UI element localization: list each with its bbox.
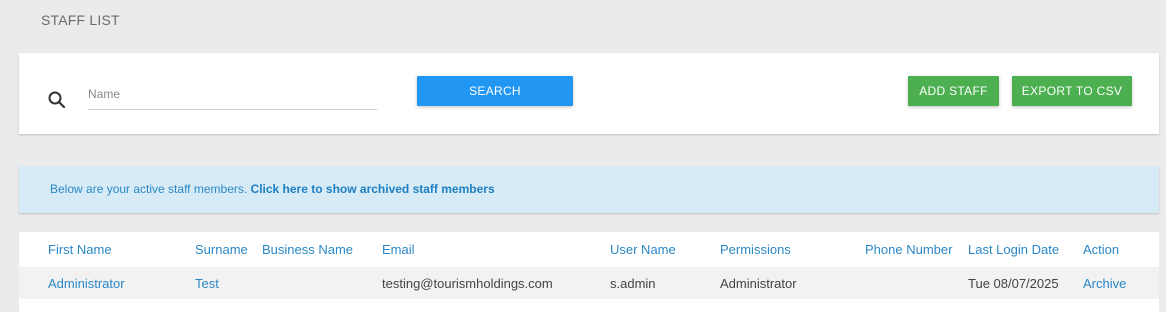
cell-permissions: Administrator: [720, 267, 865, 299]
column-header-permissions[interactable]: Permissions: [720, 232, 865, 267]
add-staff-button[interactable]: ADD STAFF: [908, 76, 999, 106]
column-header-action: Action: [1083, 242, 1120, 257]
column-header-business-name[interactable]: Business Name: [262, 232, 382, 267]
cell-user-name: s.admin: [610, 267, 720, 299]
table-header-row: First Name Surname Business Name Email U…: [19, 232, 1159, 267]
banner-text: Below are your active staff members.: [50, 182, 251, 196]
column-header-email[interactable]: Email: [382, 232, 610, 267]
staff-table-panel: First Name Surname Business Name Email U…: [19, 232, 1159, 312]
cell-surname[interactable]: Test: [191, 267, 262, 299]
page-title: STAFF LIST: [41, 12, 120, 28]
column-header-phone-number[interactable]: Phone Number: [865, 232, 968, 267]
column-header-first-name[interactable]: First Name: [19, 232, 191, 267]
staff-first-name-link[interactable]: Administrator: [48, 276, 125, 291]
export-to-csv-button[interactable]: EXPORT TO CSV: [1012, 76, 1132, 106]
cell-business-name: [262, 267, 382, 299]
staff-table: First Name Surname Business Name Email U…: [19, 232, 1159, 299]
cell-action: Archive: [1083, 267, 1159, 299]
cell-first-name[interactable]: Administrator: [19, 267, 191, 299]
active-staff-banner: Below are your active staff members. Cli…: [19, 166, 1159, 213]
search-panel: SEARCH ADD STAFF EXPORT TO CSV: [19, 53, 1159, 134]
column-header-user-name[interactable]: User Name: [610, 232, 720, 267]
name-search-input[interactable]: [88, 82, 377, 110]
cell-phone-number: [865, 267, 968, 299]
archive-link[interactable]: Archive: [1083, 276, 1126, 291]
table-row: Administrator Test testing@tourismholdin…: [19, 267, 1159, 299]
column-header-surname[interactable]: Surname: [191, 232, 262, 267]
column-header-last-login-date[interactable]: Last Login Date: [968, 232, 1083, 267]
cell-email: testing@tourismholdings.com: [382, 267, 610, 299]
staff-surname-link[interactable]: Test: [195, 276, 219, 291]
search-icon: [47, 90, 67, 110]
cell-last-login: Tue 08/07/2025: [968, 267, 1083, 299]
show-archived-link[interactable]: Click here to show archived staff member…: [251, 182, 495, 196]
search-button[interactable]: SEARCH: [417, 76, 573, 106]
